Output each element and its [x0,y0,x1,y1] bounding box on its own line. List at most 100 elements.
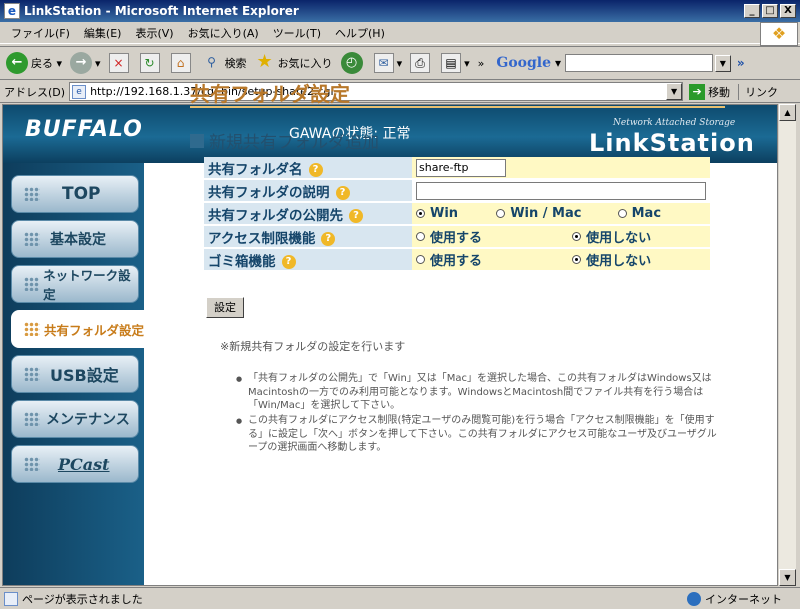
menu-edit[interactable]: 編集(E) [84,25,122,41]
scroll-down-arrow[interactable]: ▼ [779,569,796,586]
title-underline [190,106,725,108]
stop-icon: × [108,53,129,73]
access-control-label: アクセス制限機能 [208,230,316,247]
menu-favorites[interactable]: お気に入り(A) [188,25,259,41]
mail-icon: ✉ [373,53,394,73]
access-control-enable-radio[interactable]: 使用する [416,227,556,246]
help-icon[interactable]: ? [335,185,350,200]
nav-shared-folder-settings[interactable]: 共有フォルダ設定 [11,310,145,348]
status-text: ページが表示されました [22,592,143,606]
note-text: ※新規共有フォルダの設定を行います [220,340,406,353]
dots-icon [24,277,40,291]
search-button[interactable]: ⚲ 検索 [202,53,246,73]
edit-icon: ▤ [441,53,462,73]
globe-icon [687,591,701,606]
dots-icon [24,322,40,336]
status-bar: ページが表示されました インターネット [0,587,800,609]
share-form: 共有フォルダ名? share-ftp 共有フォルダの説明? 共有フォルダの公開先… [204,155,710,272]
buffalo-logo: BUFFALO [25,117,143,142]
menu-view[interactable]: 表示(V) [135,25,173,41]
forward-button[interactable]: → ▾ [70,52,101,74]
history-button[interactable]: ◴ [340,52,366,74]
nav-usb-settings[interactable]: USB設定 [11,355,139,393]
refresh-icon: ↻ [139,53,160,73]
ie-icon: e [4,3,20,19]
google-toolbar: Google ▾ ▼ » [496,54,745,72]
home-icon: ⌂ [170,53,191,73]
address-label: アドレス(D) [4,85,66,99]
home-button[interactable]: ⌂ [170,53,194,73]
form-row-trash: ゴミ箱機能? 使用する 使用しない [204,249,710,270]
publish-winmac-radio[interactable]: Win / Mac [496,206,581,221]
page-title: 共有フォルダ設定 [190,82,350,106]
linkstation-logo: LinkStation [589,129,755,157]
publish-mac-radio[interactable]: Mac [617,206,661,221]
favorites-button[interactable]: ★ お気に入り [255,51,332,73]
help-icon[interactable]: ? [308,162,323,177]
access-control-disable-radio[interactable]: 使用しない [572,227,651,246]
nav-maintenance[interactable]: メンテナンス [11,400,139,438]
scroll-up-arrow[interactable]: ▲ [779,104,796,121]
submit-button[interactable]: 設定 [206,297,244,318]
nav-basic-settings[interactable]: 基本設定 [11,220,139,258]
help-icon[interactable]: ? [349,208,363,223]
address-bar: アドレス(D) e http://192.168.1.37/cgi-bin/se… [0,81,800,103]
minimize-button[interactable]: _ [744,4,760,18]
radio-selected-icon [572,255,582,264]
radio-selected-icon [416,208,425,218]
help-icon[interactable]: ? [281,254,296,269]
trash-label: ゴミ箱機能 [208,253,276,270]
nav-network-settings[interactable]: ネットワーク設定 [11,265,139,303]
links-button[interactable]: リンク [738,83,778,100]
go-button[interactable]: ➔ 移動 [689,83,730,100]
menu-file[interactable]: ファイル(F) [11,25,70,41]
refresh-button[interactable]: ↻ [139,53,163,73]
security-zone: インターネット [687,591,782,607]
mail-button[interactable]: ✉ ▾ [373,53,402,73]
page-icon [4,591,18,606]
toolbar-more[interactable]: » [478,57,485,70]
address-input[interactable]: e http://192.168.1.37/cgi-bin/setup-shar… [69,82,684,101]
menu-help[interactable]: ヘルプ(H) [335,25,385,41]
back-button[interactable]: ← 戻る ▾ [6,52,62,74]
nav-pcast[interactable]: PCast [11,445,139,483]
close-button[interactable]: X [780,4,796,18]
stop-button[interactable]: × [108,53,132,73]
folder-name-input[interactable]: share-ftp [416,158,506,177]
dots-icon [24,187,40,201]
google-more[interactable]: » [737,56,745,70]
publish-target-label: 共有フォルダの公開先 [208,207,343,224]
address-dropdown[interactable]: ▼ [666,83,683,100]
radio-icon [416,232,425,241]
note-bullet-publish: 「共有フォルダの公開先」で「Win」又は「Mac」を選択した場合、この共有フォル… [236,372,720,413]
help-icon[interactable]: ? [321,231,336,246]
edit-button[interactable]: ▤ ▾ [441,53,470,73]
radio-icon [496,208,506,218]
google-search-input[interactable] [564,54,713,72]
maximize-button[interactable]: □ [762,4,778,18]
sidebar: TOP 基本設定 ネットワーク設定 共有フォルダ設定 USB設定 メンテナンス … [3,163,145,585]
form-row-publish: 共有フォルダの公開先? Win Win / Mac Mac [204,203,710,224]
page-icon: e [72,84,87,99]
dots-icon [24,232,40,246]
forward-arrow-icon: → [70,52,93,74]
window-title: LinkStation - Microsoft Internet Explore… [24,4,299,18]
back-arrow-icon: ← [6,52,28,74]
go-arrow-icon: ➔ [689,83,706,100]
trash-disable-radio[interactable]: 使用しない [572,250,651,269]
google-dropdown[interactable]: ▼ [714,54,731,72]
square-bullet-icon [190,133,204,148]
print-button[interactable]: ⎙ [410,53,433,73]
vertical-scrollbar[interactable]: ▲ ▼ [778,104,796,586]
publish-win-radio[interactable]: Win [416,206,458,221]
menu-bar: ファイル(F) 編集(E) 表示(V) お気に入り(A) ツール(T) ヘルプ(… [0,22,800,44]
history-icon: ◴ [340,52,363,74]
folder-description-input[interactable] [416,181,706,200]
menu-tools[interactable]: ツール(T) [273,25,321,41]
trash-enable-radio[interactable]: 使用する [416,250,556,269]
radio-icon [416,255,425,264]
nav-top[interactable]: TOP [11,175,139,213]
star-icon: ★ [256,51,273,72]
folder-name-label: 共有フォルダ名 [208,161,303,178]
toolbar: ← 戻る ▾ → ▾ × ↻ ⌂ ⚲ 検索 ★ お気に入り ◴ ✉ ▾ ⎙ ▤ ▾ » Go… [0,46,800,80]
